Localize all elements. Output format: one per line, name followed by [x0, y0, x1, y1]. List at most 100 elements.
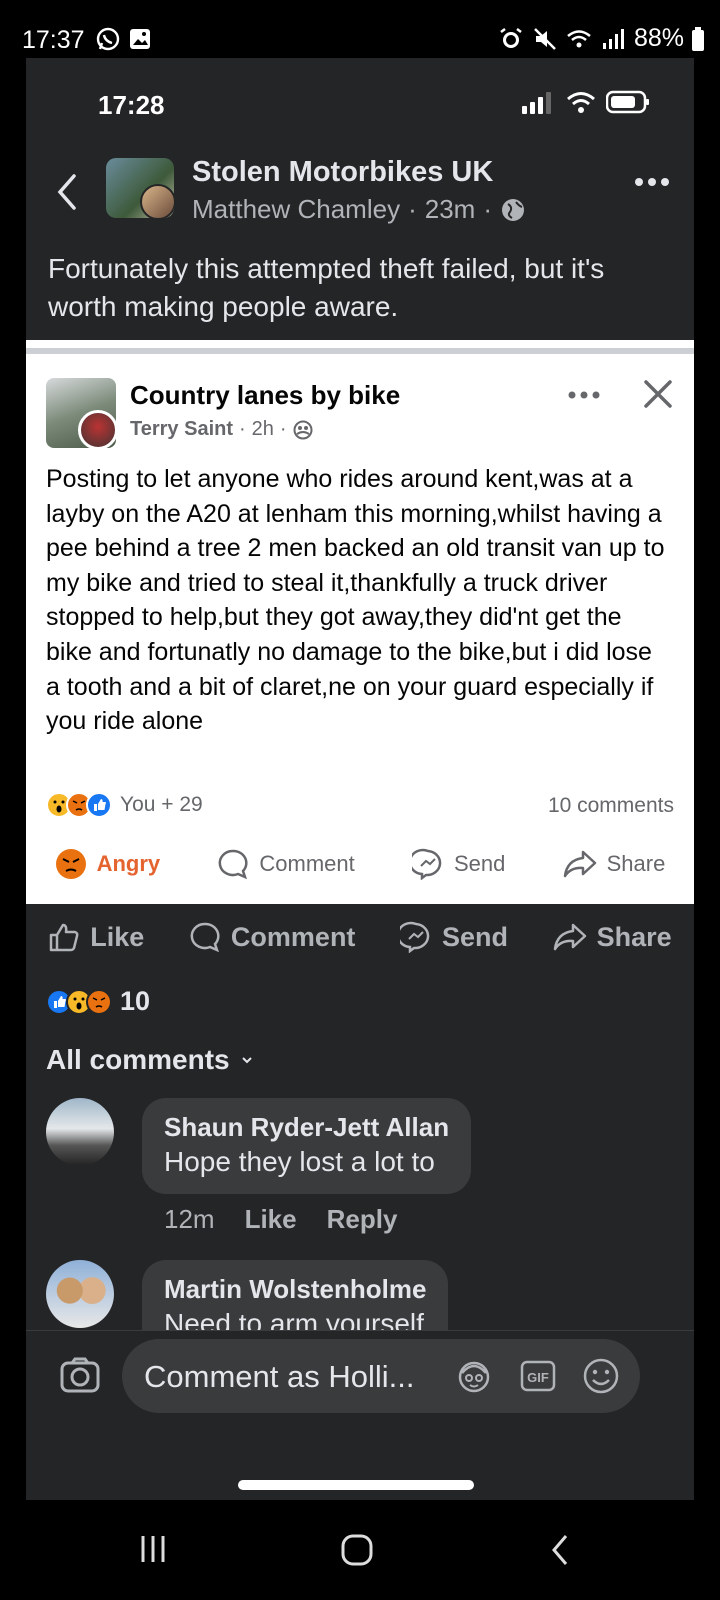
whatsapp-icon [96, 27, 120, 51]
divider [26, 340, 694, 358]
shared-group-avatar[interactable] [46, 378, 118, 450]
home-icon[interactable] [340, 1534, 374, 1566]
share-button[interactable]: Share [563, 848, 666, 880]
post-time[interactable]: 23m [425, 194, 476, 225]
inner-status-bar: 17:28 [26, 58, 694, 148]
battery-icon [692, 26, 704, 51]
angry-reaction-icon [86, 988, 112, 1015]
gallery-icon [130, 29, 150, 49]
meta-separator: · [408, 194, 417, 224]
shared-group-name[interactable]: Country lanes by bike [130, 380, 400, 411]
comment-input[interactable]: Comment as Holli... GIF [122, 1339, 640, 1413]
shared-post-text: Posting to let anyone who rides around k… [46, 465, 665, 736]
comment-item: Shaun Ryder-Jett Allan Hope they lost a … [46, 1098, 686, 1238]
shared-author-avatar[interactable] [78, 410, 118, 450]
comment-text: Hope they lost a lot to [164, 1146, 435, 1177]
post-header: Stolen Motorbikes UK Matthew Chamley · 2… [26, 152, 694, 242]
battery-icon [606, 90, 649, 114]
battery-percent: 88% [633, 24, 684, 52]
comments-count[interactable]: 10 comments [548, 794, 674, 818]
shared-action-bar: Angry Comment Send Share [26, 840, 694, 888]
shared-time[interactable]: 2h [252, 418, 274, 441]
meta-separator: · [279, 418, 287, 440]
friends-icon [293, 420, 313, 439]
reaction-count: 10 [120, 986, 151, 1016]
send-button[interactable]: Send [400, 921, 508, 953]
alarm-icon [500, 27, 522, 48]
share-label: Share [606, 851, 666, 876]
system-status-bar: 17:37 88% [0, 0, 720, 58]
inner-status-time: 17:28 [98, 90, 165, 120]
wifi-icon [567, 92, 595, 113]
signal-icon [602, 28, 624, 49]
group-avatar[interactable] [106, 158, 174, 218]
comment-label: Comment [259, 851, 355, 876]
messenger-icon [412, 848, 442, 880]
shared-post-meta: Terry Saint · 2h · [130, 418, 313, 441]
author-avatar[interactable] [140, 184, 174, 218]
navigation-bar [0, 1500, 720, 1600]
gif-icon[interactable]: GIF [520, 1359, 556, 1393]
comment-button[interactable]: Comment [189, 921, 356, 953]
comment-bubble[interactable]: Martin Wolstenholme Need to arm yourself [142, 1260, 449, 1336]
send-button[interactable]: Send [412, 848, 505, 880]
svg-text:GIF: GIF [527, 1370, 549, 1385]
meta-separator: · [239, 418, 246, 440]
like-reaction-icon [86, 792, 112, 818]
share-icon [553, 923, 586, 951]
recents-icon[interactable] [138, 1534, 168, 1564]
commenter-avatar[interactable] [46, 1098, 114, 1166]
comment-bubble[interactable]: Shaun Ryder-Jett Allan Hope they lost a … [142, 1098, 472, 1194]
back-nav-icon[interactable] [548, 1534, 572, 1566]
globe-icon [502, 198, 524, 221]
comment-time: 12m [164, 1204, 215, 1234]
status-time: 17:37 [22, 26, 85, 54]
share-label: Share [596, 921, 672, 952]
close-icon[interactable] [642, 378, 674, 410]
signal-icon [522, 92, 551, 114]
send-label: Send [454, 851, 506, 876]
post-meta: Matthew Chamley · 23m · [192, 194, 526, 225]
comment-button[interactable]: Comment [217, 848, 355, 880]
comment-composer: Comment as Holli... GIF [26, 1330, 694, 1420]
emoji-icon[interactable] [582, 1357, 620, 1395]
home-indicator[interactable] [238, 1480, 474, 1490]
comments-filter[interactable]: All comments [46, 1044, 254, 1076]
comments-filter-label: All comments [46, 1044, 230, 1075]
camera-icon[interactable] [60, 1357, 100, 1393]
meta-separator: · [483, 194, 492, 224]
comment-like-button[interactable]: Like [245, 1204, 297, 1235]
post-author[interactable]: Matthew Chamley [192, 194, 400, 225]
angry-label: Angry [96, 851, 161, 876]
more-icon[interactable] [634, 176, 670, 188]
commenter-avatar[interactable] [46, 1260, 114, 1328]
post-reactions[interactable]: 10 [46, 986, 150, 1017]
comment-item: Martin Wolstenholme Need to arm yourself [46, 1260, 686, 1336]
angry-button[interactable]: Angry [55, 848, 161, 880]
shared-author[interactable]: Terry Saint [130, 418, 233, 441]
send-label: Send [442, 921, 509, 952]
shared-post-card[interactable]: Country lanes by bike Terry Saint · 2h ·… [26, 358, 694, 904]
wifi-icon [567, 29, 591, 47]
comment-icon [218, 849, 248, 880]
shared-reactions[interactable]: You + 29 [46, 792, 203, 818]
share-button[interactable]: Share [553, 921, 672, 953]
messenger-icon [400, 921, 430, 953]
back-icon[interactable] [54, 172, 78, 212]
group-name[interactable]: Stolen Motorbikes UK [192, 156, 493, 189]
share-icon [563, 850, 596, 878]
comment-reply-button[interactable]: Reply [327, 1204, 398, 1235]
like-label: Like [90, 921, 145, 952]
chevron-down-icon [241, 1057, 252, 1064]
comment-label: Comment [230, 921, 356, 952]
commenter-name[interactable]: Shaun Ryder-Jett Allan [164, 1110, 449, 1144]
avatar-sticker-icon[interactable] [456, 1359, 492, 1393]
more-icon[interactable] [568, 390, 600, 400]
commenter-name[interactable]: Martin Wolstenholme [164, 1272, 426, 1306]
angry-reaction-icon [55, 849, 86, 879]
reaction-summary: You + 29 [120, 793, 203, 816]
comment-placeholder: Comment as Holli... [144, 1359, 415, 1394]
comment-meta: 12m Like Reply [164, 1204, 397, 1235]
like-icon [50, 923, 79, 952]
like-button[interactable]: Like [48, 921, 144, 953]
